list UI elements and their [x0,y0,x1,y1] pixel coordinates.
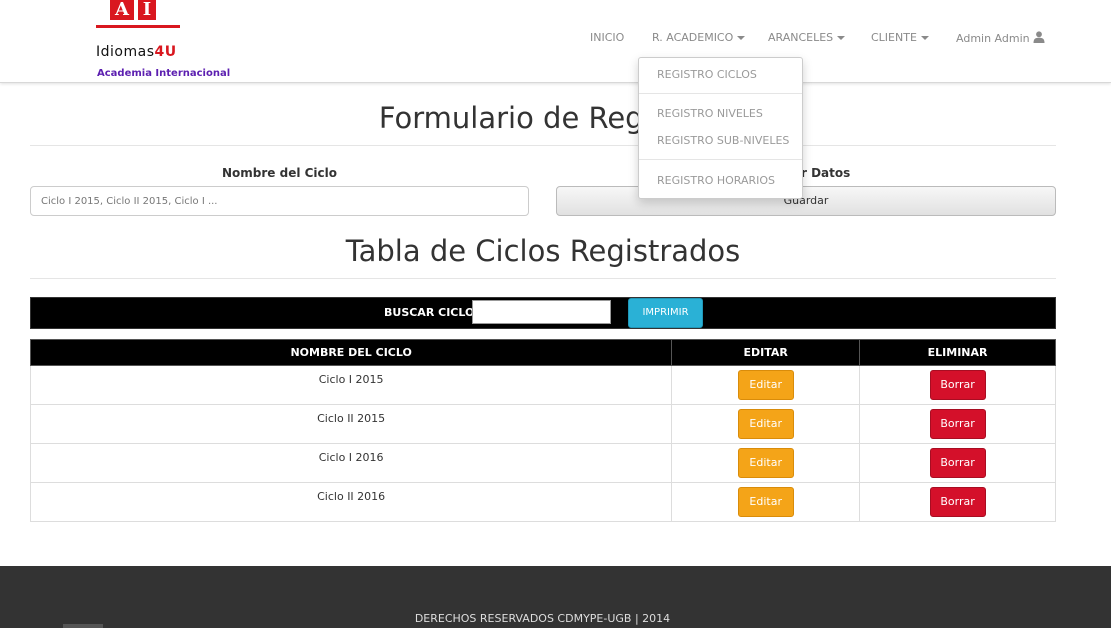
edit-cell: Editar [671,443,861,483]
table-row: Ciclo I 2016 Editar Borrar [29,443,1056,483]
footer: DERECHOS RESERVADOS CDMYPE-UGB | 2014 [0,566,1111,628]
nav-cliente[interactable]: CLIENTE [871,31,929,44]
divider [30,278,1056,279]
table-row: Ciclo II 2016 Editar Borrar [29,482,1056,522]
nav-user[interactable]: Admin Admin [956,31,1045,46]
cycle-name-label: Nombre del Ciclo [221,166,338,180]
delete-button[interactable]: Borrar [929,409,986,439]
column-header-edit: EDITAR [671,339,861,366]
table-row: Ciclo I 2015 Editar Borrar [29,365,1056,405]
search-bar: BUSCAR CICLO: IMPRIMIR [30,297,1056,329]
navbar: A I Idiomas4U Academia Internacional INI… [0,0,1111,83]
search-label: BUSCAR CICLO: [384,306,479,319]
nav-user-label: Admin Admin [956,32,1030,45]
r-academico-dropdown: REGISTRO CICLOS REGISTRO NIVELES REGISTR… [638,57,803,199]
dropdown-item-registro-sub-niveles[interactable]: REGISTRO SUB-NIVELES [657,134,789,147]
nav-aranceles[interactable]: ARANCELES [768,31,846,44]
dropdown-item-registro-niveles[interactable]: REGISTRO NIVELES [657,107,763,120]
cycle-name-cell: Ciclo I 2016 [29,443,673,483]
cycles-table: NOMBRE DEL CICLO EDITAR ELIMINAR Ciclo I… [29,339,1056,522]
nav-inicio-label: INICIO [590,31,625,44]
logo-number: 4U [154,44,177,60]
delete-cell: Borrar [859,365,1056,405]
edit-button[interactable]: Editar [737,487,794,517]
dropdown-item-registro-ciclos[interactable]: REGISTRO CICLOS [657,68,757,81]
delete-button[interactable]: Borrar [929,448,986,478]
save-button[interactable]: Guardar [556,186,1056,216]
brand-logo[interactable]: A I Idiomas4U Academia Internacional [96,0,230,83]
cycle-name-input[interactable] [30,186,529,216]
cycle-name-cell: Ciclo II 2015 [29,404,673,444]
logo-letter-a: A [110,0,134,20]
caret-down-icon [920,36,929,40]
caret-down-icon [837,36,846,40]
edit-cell: Editar [671,482,861,522]
nav-cliente-label: CLIENTE [871,31,917,44]
cycle-name-cell: Ciclo II 2016 [29,482,673,522]
delete-button[interactable]: Borrar [929,370,986,400]
logo-word: Idiomas [96,44,155,60]
logo-wordmark: Idiomas4U [96,44,177,60]
user-icon [1033,31,1045,46]
table-title: Tabla de Ciclos Registrados [345,234,741,268]
nav-inicio[interactable]: INICIO [590,31,624,44]
edit-button[interactable]: Editar [737,409,794,439]
table-row: Ciclo II 2015 Editar Borrar [29,404,1056,444]
dropdown-divider [639,93,802,94]
caret-down-icon [737,36,746,40]
dropdown-divider [639,159,802,160]
search-cycle-input[interactable] [472,300,611,324]
edit-cell: Editar [671,365,861,405]
logo-underline [96,25,180,28]
logo-letter-i: I [138,0,156,20]
delete-cell: Borrar [859,482,1056,522]
delete-button[interactable]: Borrar [929,487,986,517]
nav-r-academico-label: R. ACADEMICO [652,31,734,44]
nav-aranceles-label: ARANCELES [768,31,834,44]
form-title: Formulario de Registro [378,101,708,135]
column-header-delete: ELIMINAR [859,339,1056,366]
divider [30,145,1056,146]
delete-cell: Borrar [859,443,1056,483]
cycle-name-cell: Ciclo I 2015 [29,365,673,405]
brand-subtitle: Academia Internacional [97,68,231,79]
logo-mark: A I [110,0,158,22]
edit-button[interactable]: Editar [737,448,794,478]
print-button[interactable]: IMPRIMIR [628,298,703,328]
column-header-name: NOMBRE DEL CICLO [29,339,673,366]
edit-button[interactable]: Editar [737,370,794,400]
nav-r-academico[interactable]: R. ACADEMICO [652,31,746,44]
dropdown-item-registro-horarios[interactable]: REGISTRO HORARIOS [657,174,775,187]
footer-copyright: DERECHOS RESERVADOS CDMYPE-UGB | 2014 [414,612,671,625]
table-header-row: NOMBRE DEL CICLO EDITAR ELIMINAR [29,339,1056,366]
delete-cell: Borrar [859,404,1056,444]
save-data-label: r Datos [801,166,851,180]
footer-scroll-thumb [63,624,103,628]
edit-cell: Editar [671,404,861,444]
